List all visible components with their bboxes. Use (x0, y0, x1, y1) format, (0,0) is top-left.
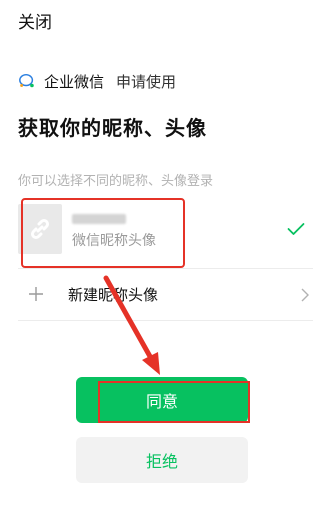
divider (18, 320, 313, 321)
check-icon (287, 223, 305, 235)
option-sub-label: 微信昵称头像 (72, 233, 156, 249)
app-info-row: 企业微信 申请使用 (18, 70, 176, 92)
new-profile-option[interactable]: 新建昵称头像 (0, 270, 331, 320)
divider (18, 268, 313, 269)
chevron-right-icon (301, 288, 309, 302)
plus-icon (29, 287, 43, 301)
nickname-blurred (72, 214, 126, 224)
wecom-icon (19, 73, 34, 88)
app-action: 申请使用 (116, 72, 177, 91)
app-name: 企业微信 (44, 72, 105, 91)
page-title: 获取你的昵称、头像 (18, 116, 207, 140)
profile-option-wechat[interactable]: 微信昵称头像 (0, 194, 331, 268)
agree-button[interactable]: 同意 (76, 377, 248, 423)
new-profile-label: 新建昵称头像 (68, 286, 159, 304)
link-icon (30, 218, 50, 240)
close-button[interactable]: 关闭 (18, 8, 52, 33)
reject-button[interactable]: 拒绝 (76, 437, 248, 483)
avatar (18, 204, 62, 254)
hint-text: 你可以选择不同的昵称、头像登录 (18, 174, 214, 189)
